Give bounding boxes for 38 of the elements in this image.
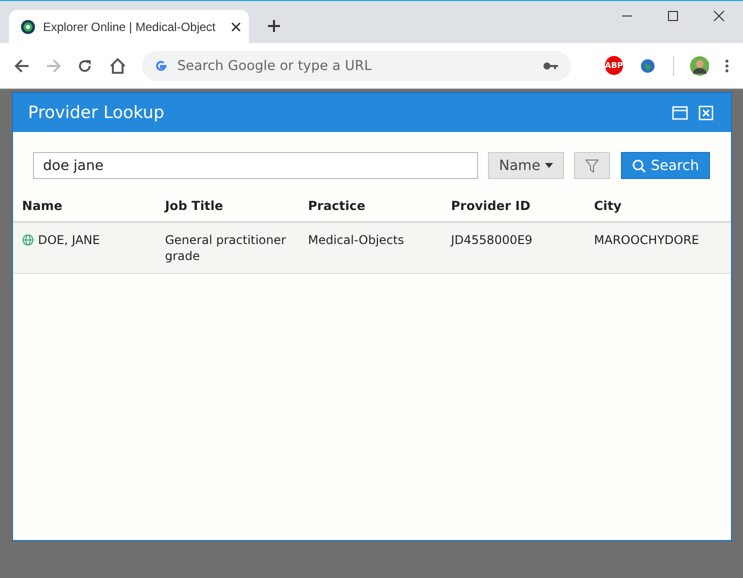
column-header[interactable]: City <box>594 198 731 213</box>
browser-tab[interactable]: Explorer Online | Medical-Object <box>9 10 249 43</box>
table-cell: DOE, JANE <box>38 232 100 248</box>
column-header[interactable]: Practice <box>308 198 451 213</box>
home-icon[interactable] <box>108 56 126 74</box>
close-icon[interactable] <box>231 22 241 32</box>
filter-icon <box>585 158 600 172</box>
column-header[interactable]: Job Title <box>165 198 308 213</box>
address-bar[interactable]: Search Google or type a URL <box>142 50 571 80</box>
search-button[interactable]: Search <box>620 152 710 179</box>
globe-icon <box>22 234 34 246</box>
maximize-icon[interactable] <box>667 10 679 22</box>
table-row[interactable]: DOE, JANE General practitioner grade Medical-Objects JD4558000E9 MAROOCHYDORE <box>13 223 731 274</box>
key-icon[interactable] <box>542 60 559 70</box>
close-icon[interactable] <box>713 10 725 22</box>
new-tab-icon[interactable] <box>267 19 281 33</box>
menu-icon[interactable] <box>725 58 729 72</box>
window-icon[interactable] <box>672 104 688 120</box>
dialog-title: Provider Lookup <box>28 102 166 122</box>
avatar-icon[interactable] <box>690 56 710 76</box>
back-icon[interactable] <box>14 58 30 74</box>
column-header[interactable]: Provider ID <box>451 198 594 213</box>
reload-icon[interactable] <box>77 58 93 74</box>
tab-title: Explorer Online | Medical-Object <box>43 20 217 34</box>
column-header[interactable]: Name <box>22 198 165 213</box>
globe-extension-icon[interactable] <box>639 56 657 74</box>
table-cell: MAROOCHYDORE <box>594 232 700 248</box>
google-icon <box>154 58 168 72</box>
search-icon <box>632 158 646 172</box>
adblock-extension-icon[interactable]: ABP <box>604 56 624 75</box>
filter-button[interactable] <box>574 152 610 179</box>
table-cell: JD4558000E9 <box>451 232 532 248</box>
table-cell-text: General practitioner grade <box>165 232 287 264</box>
search-field[interactable]: doe jane <box>33 152 478 179</box>
field-dropdown[interactable]: Name <box>488 152 564 179</box>
caret-icon <box>545 163 554 168</box>
table-cell: Medical-Objects <box>308 232 404 248</box>
address-placeholder: Search Google or type a URL <box>177 58 372 74</box>
